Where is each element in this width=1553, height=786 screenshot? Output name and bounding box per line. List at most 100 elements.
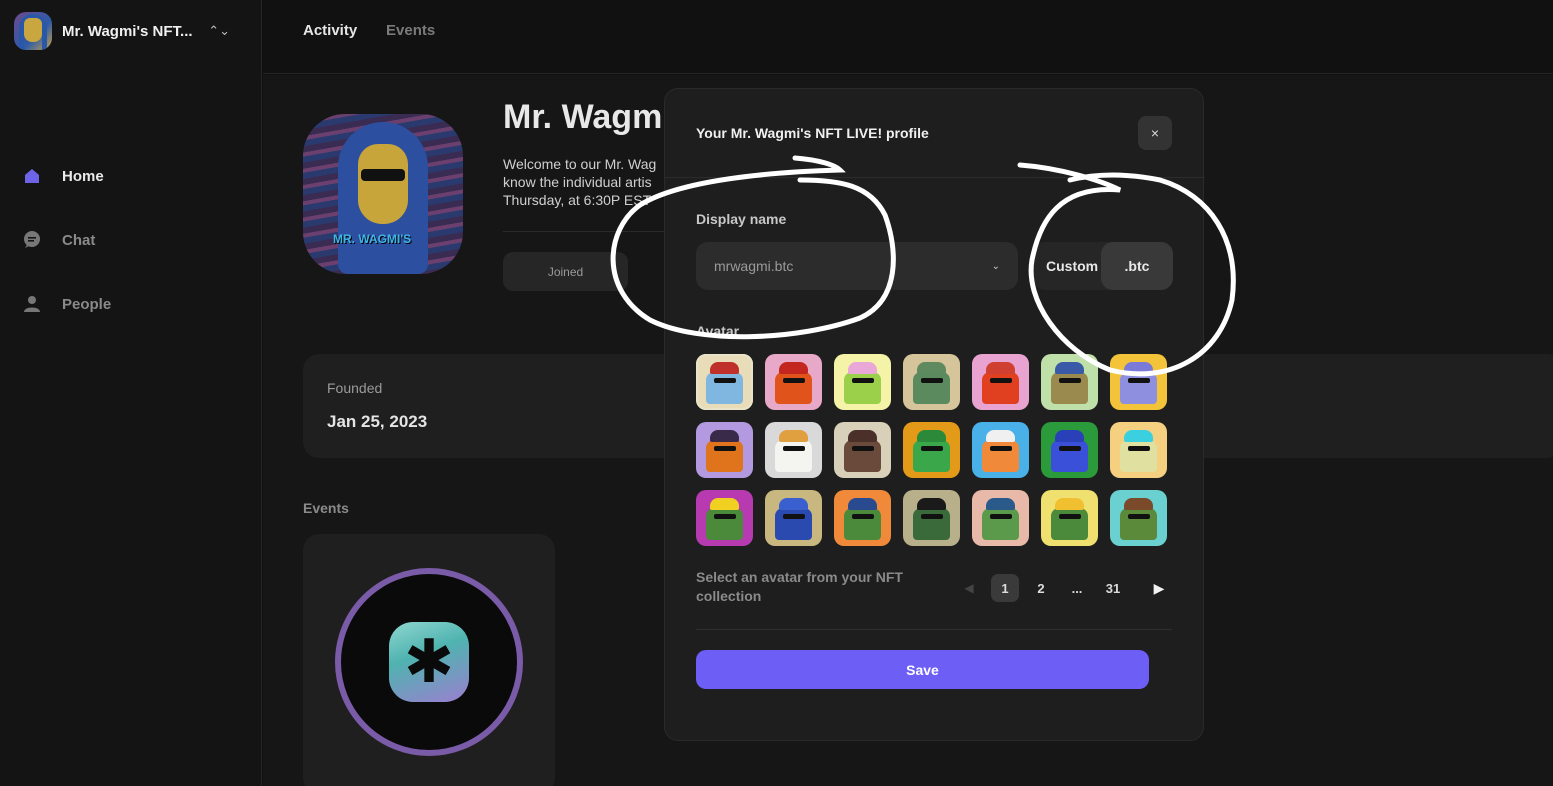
avatar-option[interactable]: [972, 354, 1029, 410]
profile-modal: Your Mr. Wagmi's NFT LIVE! profile × Dis…: [664, 88, 1205, 741]
custom-label: Custom: [1046, 258, 1099, 274]
avatar-character: [913, 508, 950, 540]
avatar-hat: [986, 362, 1015, 374]
avatar-option[interactable]: [1041, 422, 1098, 478]
avatar-character: [1051, 440, 1088, 472]
joined-button[interactable]: Joined: [503, 252, 628, 291]
tab-activity[interactable]: Activity: [303, 22, 357, 39]
avatar-eyes: [990, 514, 1012, 519]
tab-events[interactable]: Events: [386, 22, 435, 39]
community-banner-image: MR. WAGMI'S: [303, 114, 463, 274]
avatar-hat: [848, 362, 877, 374]
avatar-option[interactable]: [1041, 490, 1098, 546]
save-button[interactable]: Save: [696, 650, 1149, 689]
community-description: Welcome to our Mr. Wag know the individu…: [503, 155, 673, 209]
event-card[interactable]: ✱: [303, 534, 555, 786]
avatar-option[interactable]: [696, 490, 753, 546]
avatar-character: [844, 372, 881, 404]
description-line: know the individual artis: [503, 174, 652, 190]
avatar-hat: [779, 362, 808, 374]
chat-icon: [24, 231, 40, 248]
avatar-option[interactable]: [696, 422, 753, 478]
avatar-character: [775, 440, 812, 472]
home-icon: [25, 169, 39, 183]
avatar-hat: [710, 362, 739, 374]
events-heading: Events: [303, 500, 349, 516]
avatar-character: [706, 440, 743, 472]
avatar-hat: [710, 498, 739, 510]
top-tabs: Activity Events: [263, 0, 1553, 74]
divider: [503, 231, 673, 232]
avatar-option[interactable]: [834, 422, 891, 478]
modal-title: Your Mr. Wagmi's NFT LIVE! profile: [696, 125, 929, 141]
sidebar-item-label: Chat: [62, 231, 96, 249]
avatar-option[interactable]: [765, 422, 822, 478]
banner-logo-text: MR. WAGMI'S: [333, 232, 412, 246]
avatar-character: [1120, 508, 1157, 540]
avatar-option[interactable]: [1041, 354, 1098, 410]
avatar-character: [775, 372, 812, 404]
avatar-option[interactable]: [834, 354, 891, 410]
close-button[interactable]: ×: [1138, 116, 1172, 150]
avatar-character: [1120, 440, 1157, 472]
chevron-down-icon: ⌄: [991, 260, 1000, 272]
avatar-character: [982, 508, 1019, 540]
prev-page-icon[interactable]: ◀: [955, 574, 983, 602]
avatar-option[interactable]: [903, 354, 960, 410]
event-avatar-ring: ✱: [335, 568, 523, 756]
sidebar-item-chat[interactable]: Chat: [22, 208, 111, 272]
avatar-eyes: [921, 446, 943, 451]
avatar-eyes: [1059, 378, 1081, 383]
avatar-character: [844, 440, 881, 472]
display-name-select[interactable]: mrwagmi.btc ⌄: [696, 242, 1018, 290]
btc-suffix-button[interactable]: .btc: [1101, 242, 1173, 290]
avatar-character: [913, 440, 950, 472]
page-button[interactable]: 31: [1099, 574, 1127, 602]
avatar-hat: [1124, 430, 1153, 442]
avatar-character: [844, 508, 881, 540]
founded-date: Jan 25, 2023: [327, 412, 428, 431]
avatar-hat: [848, 430, 877, 442]
page-button[interactable]: 1: [991, 574, 1019, 602]
community-avatar: [14, 12, 52, 50]
avatar-option[interactable]: [696, 354, 753, 410]
sidebar-item-people[interactable]: People: [22, 272, 111, 336]
community-name: Mr. Wagmi's NFT...: [62, 22, 193, 40]
page-button[interactable]: 2: [1027, 574, 1055, 602]
avatar-eyes: [1059, 514, 1081, 519]
avatar-option[interactable]: [972, 490, 1029, 546]
avatar-option[interactable]: [903, 490, 960, 546]
avatar-eyes: [714, 378, 736, 383]
avatar-hat: [779, 430, 808, 442]
avatar-option[interactable]: [1110, 422, 1167, 478]
person-icon: [24, 296, 40, 312]
avatar-eyes: [1128, 446, 1150, 451]
sidebar-item-home[interactable]: Home: [22, 144, 111, 208]
avatar-character: [913, 372, 950, 404]
founded-label: Founded: [327, 380, 383, 396]
divider: [665, 177, 1205, 178]
avatar-option[interactable]: [765, 490, 822, 546]
avatar-character: [1051, 508, 1088, 540]
avatar-hat: [1055, 498, 1084, 510]
avatar-grid: [696, 354, 1167, 546]
avatar-option[interactable]: [834, 490, 891, 546]
avatar-option[interactable]: [903, 422, 960, 478]
community-title: Mr. Wagmi: [503, 98, 672, 136]
avatar-eyes: [783, 514, 805, 519]
avatar-option[interactable]: [765, 354, 822, 410]
avatar-pagination: ◀ 1 2 ... 31 ▶: [955, 574, 1181, 602]
avatar-hat: [1055, 362, 1084, 374]
avatar-eyes: [714, 514, 736, 519]
description-line: Welcome to our Mr. Wag: [503, 156, 657, 172]
community-switcher[interactable]: Mr. Wagmi's NFT... ⌃⌄: [14, 12, 244, 50]
next-page-icon[interactable]: ▶: [1145, 574, 1173, 602]
custom-name-option[interactable]: Custom .btc: [1033, 242, 1173, 290]
avatar-hat: [1124, 362, 1153, 374]
updown-chevron-icon[interactable]: ⌃⌄: [208, 23, 230, 39]
event-logo: ✱: [389, 622, 469, 702]
avatar-option[interactable]: [1110, 490, 1167, 546]
avatar-option[interactable]: [972, 422, 1029, 478]
avatar-eyes: [990, 446, 1012, 451]
avatar-option[interactable]: [1110, 354, 1167, 410]
